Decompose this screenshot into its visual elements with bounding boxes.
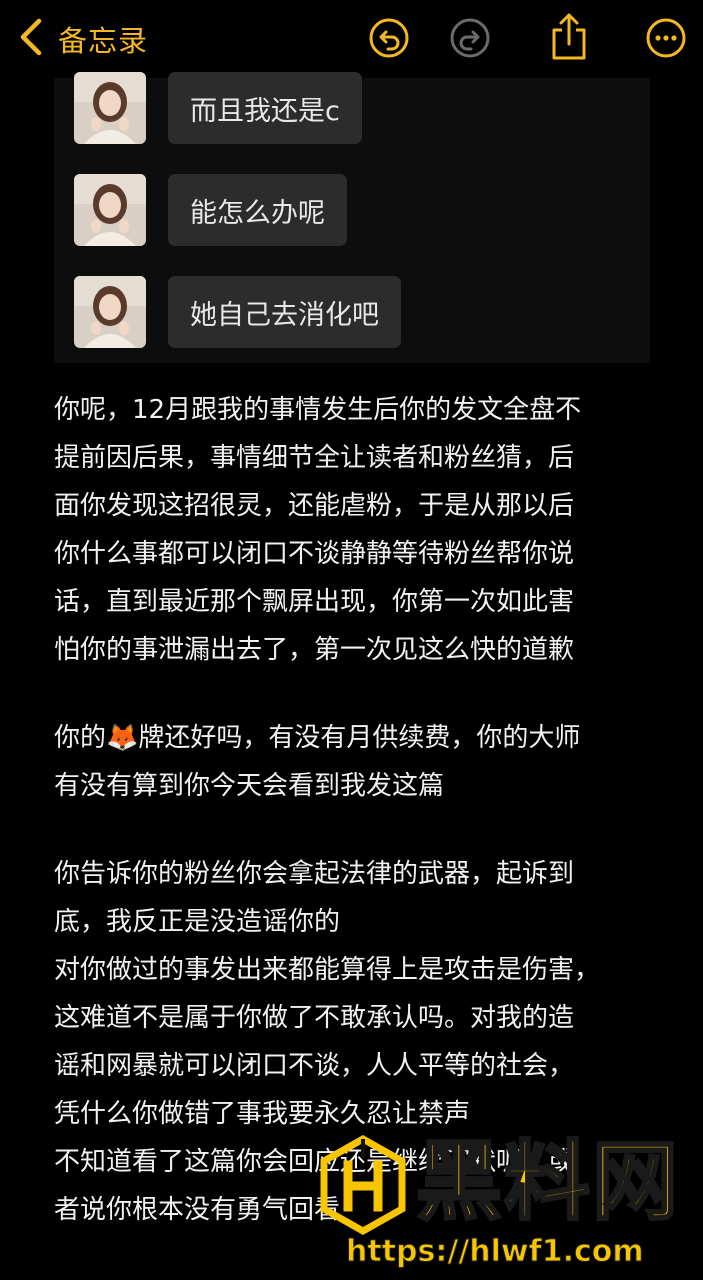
chevron-left-icon: [18, 18, 44, 60]
note-line: 这难道不是属于你做了不敢承认吗。对我的造: [54, 1003, 575, 1033]
avatar: [74, 72, 146, 144]
message-bubble: 她自己去消化吧: [168, 276, 401, 348]
avatar: [74, 174, 146, 246]
chat-message: 而且我还是c: [74, 72, 362, 144]
more-icon: [645, 17, 687, 59]
back-button[interactable]: 备忘录: [18, 18, 148, 60]
note-line: 面你发现这招很灵，还能虐粉，于是从那以后: [54, 491, 575, 521]
note-line: 对你做过的事发出来都能算得上是攻击是伤害，: [54, 955, 601, 985]
message-bubble: 而且我还是c: [168, 72, 362, 144]
note-line: 你什么事都可以闭口不谈静静等待粉丝帮你说: [54, 539, 575, 569]
watermark-url: https://hlwf1.com: [346, 1234, 645, 1270]
note-line: 有没有算到你今天会看到我发这篇: [54, 771, 445, 801]
chat-message: 能怎么办呢: [74, 174, 347, 246]
message-bubble: 能怎么办呢: [168, 174, 347, 246]
undo-button[interactable]: [368, 17, 410, 59]
note-line: 谣和网暴就可以闭口不谈，人人平等的社会，: [54, 1051, 575, 1081]
embedded-chat-screenshot: 而且我还是c 能怎么办呢 她自己去消化吧: [54, 72, 650, 363]
redo-icon: [449, 17, 491, 59]
note-line: 底，我反正是没造谣你的: [54, 907, 341, 937]
note-line: 提前因后果，事情细节全让读者和粉丝猜，后: [54, 443, 575, 473]
watermark-brand: 黑料网: [415, 1131, 680, 1234]
chat-message: 她自己去消化吧: [74, 276, 401, 348]
navigation-bar: 备忘录: [0, 0, 703, 78]
undo-icon: [368, 17, 410, 59]
redo-button[interactable]: [449, 17, 491, 59]
share-button[interactable]: [548, 12, 590, 62]
note-body[interactable]: 你呢，12月跟我的事情发生后你的发文全盘不 提前因后果，事情细节全让读者和粉丝猜…: [54, 386, 664, 1234]
note-line: 凭什么你做错了事我要永久忍让禁声: [54, 1099, 471, 1129]
note-line: 话，直到最近那个飘屏出现，你第一次如此害: [54, 587, 575, 617]
avatar: [74, 276, 146, 348]
back-label: 备忘录: [58, 24, 149, 58]
note-line: 怕你的事泄漏出去了，第一次见这么快的道歉: [54, 635, 575, 665]
note-line: 你告诉你的粉丝你会拿起法律的武器，起诉到: [54, 859, 575, 889]
watermark-logo-icon: [318, 1135, 408, 1235]
note-line: 你呢，12月跟我的事情发生后你的发文全盘不: [54, 395, 582, 425]
share-icon: [548, 12, 590, 62]
note-line: 你的🦊牌还好吗，有没有月供续费，你的大师: [54, 723, 581, 753]
more-button[interactable]: [645, 17, 687, 59]
